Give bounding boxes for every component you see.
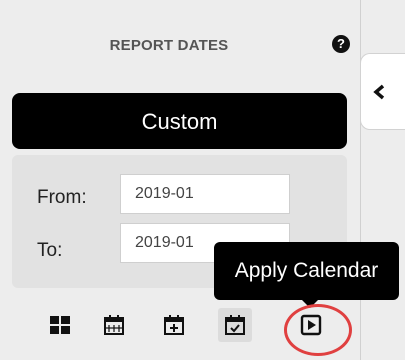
grid-icon[interactable] [48,313,72,337]
chevron-left-icon [373,84,385,100]
calendar-add-icon[interactable] [162,313,186,337]
page-title: REPORT DATES [109,37,229,54]
calendar-check-icon[interactable] [218,308,252,342]
custom-range-button[interactable]: Custom [12,93,347,149]
panel-header: REPORT DATES ? [0,0,360,92]
apply-calendar-tooltip: Apply Calendar [214,242,399,300]
highlight-circle [284,304,352,356]
from-label: From: [37,187,87,208]
to-label: To: [37,240,63,261]
help-icon[interactable]: ? [332,35,350,53]
collapse-panel-tab[interactable] [360,53,405,130]
from-date-field[interactable]: 2019-01 [120,174,290,214]
calendar-icon[interactable] [102,313,126,337]
